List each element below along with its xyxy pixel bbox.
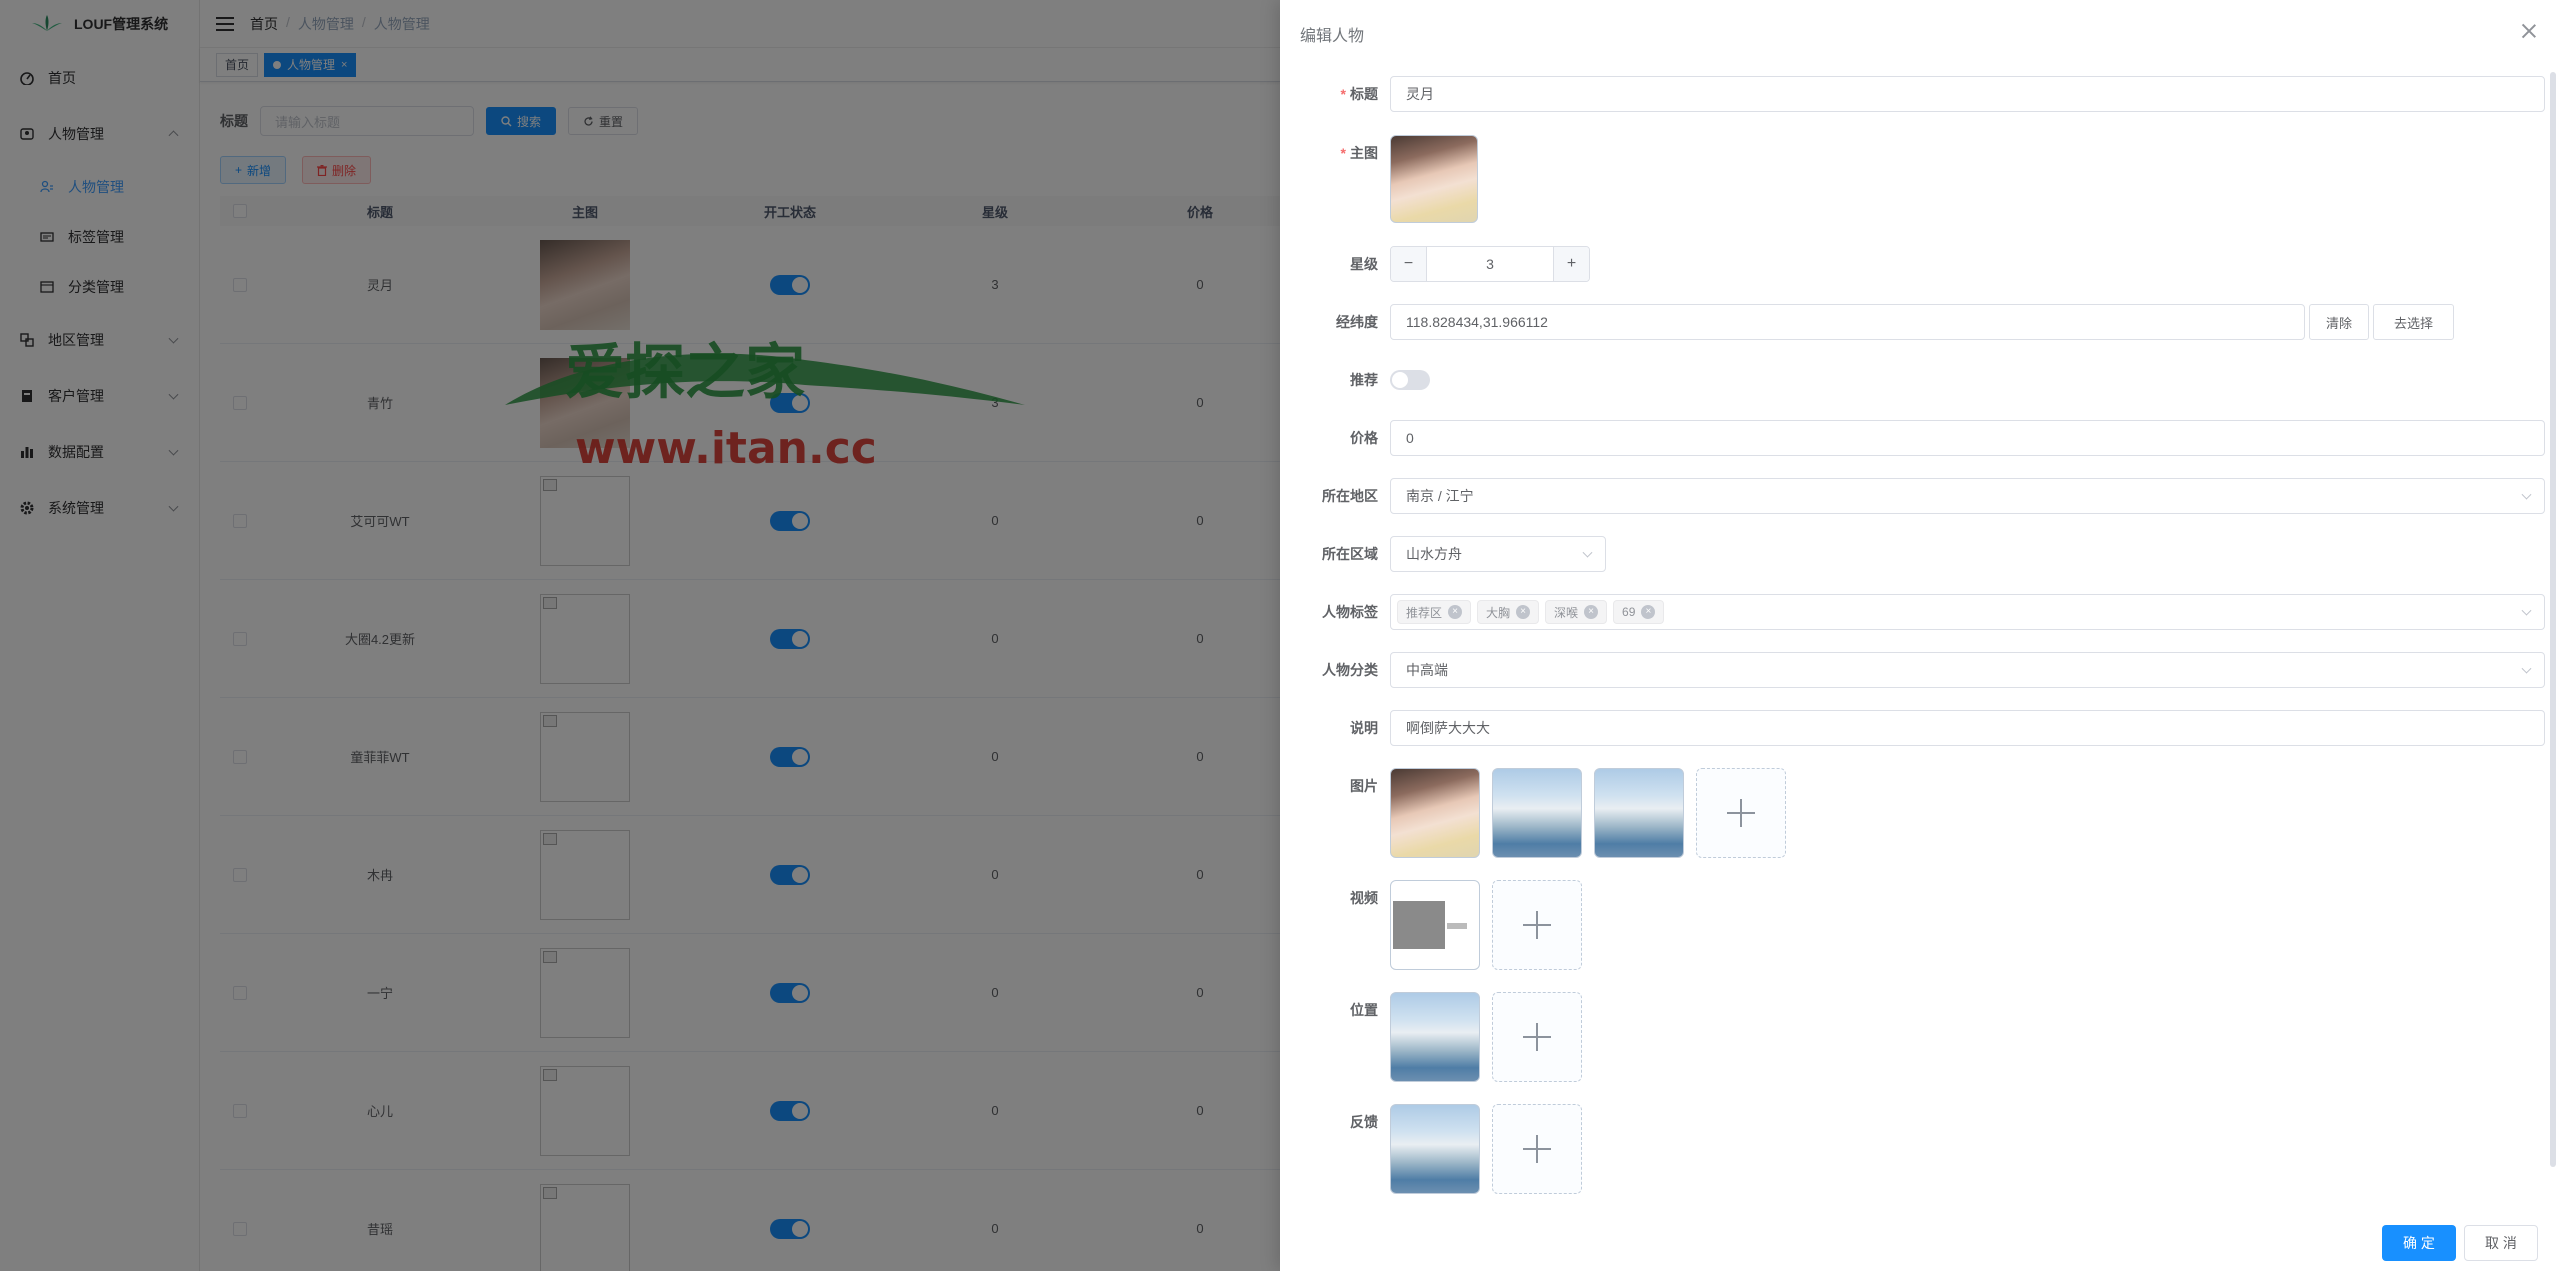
drawer-title: 编辑人物	[1300, 28, 1365, 45]
form-item-location: 位置	[1280, 992, 1582, 1082]
region-cascader[interactable]: 南京 / 江宁	[1390, 478, 2545, 514]
label-images: 图片	[1350, 778, 1378, 794]
choose-button-label: 去选择	[2394, 315, 2434, 331]
plus-icon	[1727, 799, 1755, 827]
form-item-star: 星级 − 3 +	[1280, 246, 1590, 282]
choose-location-button[interactable]: 去选择	[2373, 304, 2455, 340]
label-tags: 人物标签	[1322, 604, 1378, 620]
decrease-button[interactable]: −	[1391, 247, 1427, 281]
label-price: 价格	[1350, 430, 1378, 446]
close-icon[interactable]	[2520, 22, 2538, 40]
label-area: 所在区域	[1322, 546, 1378, 562]
label-location: 位置	[1350, 1002, 1378, 1018]
form-item-coords: 经纬度 118.828434,31.966112 清除 去选择	[1280, 304, 2455, 340]
recommend-switch[interactable]	[1390, 370, 1430, 390]
image-thumbnail[interactable]	[1492, 768, 1582, 858]
form-item-desc: 说明 啊倒萨大大大	[1280, 710, 2545, 746]
form-item-images: 图片	[1280, 768, 1786, 858]
category-select[interactable]: 中高端	[1390, 652, 2545, 688]
form-item-recommend: 推荐	[1280, 362, 1430, 398]
scrollbar[interactable]	[2550, 72, 2556, 1167]
main-image-thumbnail[interactable]	[1390, 135, 1478, 223]
form-item-category: 人物分类 中高端	[1280, 652, 2545, 688]
label-video: 视频	[1350, 890, 1378, 906]
modal-overlay[interactable]	[0, 0, 1280, 1271]
form-item-area: 所在区域 山水方舟	[1280, 536, 1606, 572]
close-icon[interactable]: ×	[1584, 605, 1599, 619]
plus-icon	[1523, 911, 1551, 939]
feedback-image-thumbnail[interactable]	[1390, 1104, 1480, 1194]
label-category: 人物分类	[1322, 662, 1378, 678]
image-thumbnail[interactable]	[1390, 768, 1480, 858]
tags-multiselect[interactable]: 推荐区 × 大胸 × 深喉 × 69 ×	[1390, 594, 2545, 630]
star-value[interactable]: 3	[1427, 247, 1553, 281]
close-icon[interactable]: ×	[1448, 605, 1463, 619]
label-title: 标题	[1350, 86, 1378, 102]
close-icon[interactable]: ×	[1641, 605, 1656, 619]
clear-button[interactable]: 清除	[2309, 304, 2370, 340]
clear-button-label: 清除	[2326, 315, 2353, 331]
form-item-video: 视频	[1280, 880, 1582, 970]
upload-location-button[interactable]	[1492, 992, 1582, 1082]
area-select[interactable]: 山水方舟	[1390, 536, 1606, 572]
desc-input[interactable]: 啊倒萨大大大	[1390, 710, 2545, 746]
chevron-down-icon	[2521, 605, 2532, 616]
required-mark: *	[1340, 86, 1346, 102]
region-value: 南京 / 江宁	[1406, 488, 1474, 504]
increase-button[interactable]: +	[1553, 247, 1589, 281]
image-thumbnail[interactable]	[1594, 768, 1684, 858]
edit-drawer: 编辑人物 * 标题 灵月 * 主图 星级 − 3 + 经纬度 118.828434,…	[1280, 0, 2560, 1271]
location-image-thumbnail[interactable]	[1390, 992, 1480, 1082]
cancel-button[interactable]: 取 消	[2464, 1225, 2538, 1261]
form-item-title: * 标题 灵月	[1280, 76, 2545, 112]
form-item-price: 价格 0	[1280, 420, 2545, 456]
form-item-tags: 人物标签 推荐区 × 大胸 × 深喉 × 69 ×	[1280, 594, 2545, 630]
label-region: 所在地区	[1322, 488, 1378, 504]
tag-chip-label: 推荐区	[1406, 605, 1443, 620]
label-star: 星级	[1350, 256, 1378, 272]
tag-chip-label: 大胸	[1486, 605, 1511, 620]
tag-chip: 69 ×	[1613, 600, 1665, 624]
label-main-image: 主图	[1350, 145, 1378, 161]
chevron-down-icon	[2521, 663, 2532, 674]
label-recommend: 推荐	[1350, 372, 1378, 388]
star-stepper: − 3 +	[1390, 246, 1590, 282]
price-input[interactable]: 0	[1390, 420, 2545, 456]
label-feedback: 反馈	[1350, 1114, 1378, 1130]
tag-chip-label: 69	[1622, 605, 1636, 619]
tag-chip-label: 深喉	[1554, 605, 1579, 620]
form-item-feedback: 反馈	[1280, 1104, 1582, 1194]
title-input[interactable]: 灵月	[1390, 76, 2545, 112]
form-item-main-image: * 主图	[1280, 135, 1490, 223]
close-icon[interactable]: ×	[1516, 605, 1531, 619]
coords-input[interactable]: 118.828434,31.966112	[1390, 304, 2305, 340]
upload-image-button[interactable]	[1696, 768, 1786, 858]
required-mark: *	[1340, 145, 1346, 161]
upload-video-button[interactable]	[1492, 880, 1582, 970]
plus-icon	[1523, 1135, 1551, 1163]
tag-chip: 深喉 ×	[1545, 600, 1608, 624]
plus-icon	[1523, 1023, 1551, 1051]
label-desc: 说明	[1350, 720, 1378, 736]
category-value: 中高端	[1406, 662, 1448, 678]
upload-feedback-button[interactable]	[1492, 1104, 1582, 1194]
form-item-region: 所在地区 南京 / 江宁	[1280, 478, 2545, 514]
chevron-down-icon	[1582, 547, 1593, 558]
label-coords: 经纬度	[1336, 314, 1378, 330]
chevron-down-icon	[2521, 489, 2532, 500]
video-thumbnail[interactable]	[1390, 880, 1480, 970]
area-value: 山水方舟	[1406, 546, 1462, 562]
tag-chip: 大胸 ×	[1477, 600, 1540, 624]
confirm-button[interactable]: 确 定	[2382, 1225, 2456, 1261]
tag-chip: 推荐区 ×	[1397, 600, 1472, 624]
